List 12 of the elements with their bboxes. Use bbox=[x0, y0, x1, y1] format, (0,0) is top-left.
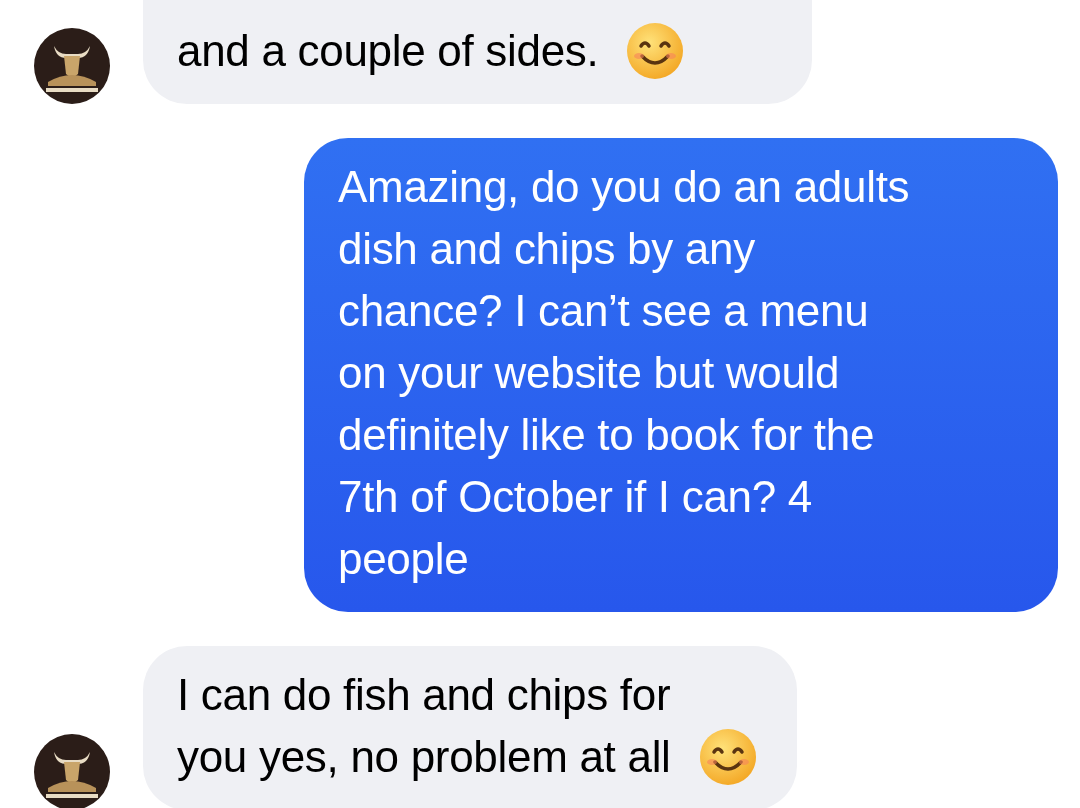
avatar-icon bbox=[34, 28, 110, 104]
message-text: definitely like to book for the bbox=[338, 409, 875, 461]
avatar-icon bbox=[34, 734, 110, 808]
message-text: you yes, no problem at all bbox=[177, 731, 671, 783]
message-text: 7th of October if I can? 4 bbox=[338, 471, 813, 523]
message-text: dish and chips by any bbox=[338, 223, 755, 275]
message-text: on your website but would bbox=[338, 347, 840, 399]
message-text: I can do fish and chips for bbox=[177, 669, 671, 721]
message-text: and a couple of sides. bbox=[177, 25, 599, 77]
message-text: chance? I can’t see a menu bbox=[338, 285, 869, 337]
message-text: people bbox=[338, 533, 469, 585]
message-text: Amazing, do you do an adults bbox=[338, 161, 910, 213]
